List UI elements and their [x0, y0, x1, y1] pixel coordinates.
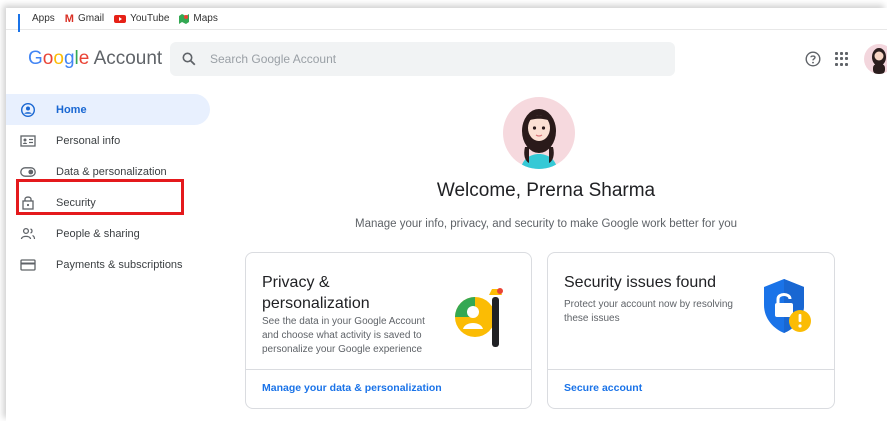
security-card[interactable]: Security issues found Protect your accou…	[547, 252, 835, 409]
app-header: Google Account	[6, 30, 887, 90]
card-description: See the data in your Google Account and …	[262, 316, 425, 355]
apps-icon	[18, 13, 28, 32]
google-apps-icon[interactable]	[835, 52, 849, 66]
sidebar-item-label: Data & personalization	[56, 165, 167, 178]
bookmark-label: Apps	[32, 13, 55, 24]
search-input[interactable]	[208, 51, 632, 67]
maps-icon	[179, 13, 190, 24]
sidebar-item-home[interactable]: Home	[6, 94, 210, 125]
sidebar-item-label: Payments & subscriptions	[56, 258, 183, 271]
lock-icon	[20, 195, 36, 211]
sidebar-item-label: Security	[56, 196, 96, 209]
welcome-subtitle: Manage your info, privacy, and security …	[354, 218, 738, 230]
home-icon	[20, 102, 36, 118]
help-icon[interactable]	[805, 51, 821, 67]
browser-window: Apps M Gmail YouTube Maps Google Account	[6, 8, 887, 421]
credit-card-icon	[20, 257, 36, 273]
sidebar-item-label: Personal info	[56, 134, 121, 147]
privacy-illustration-icon	[455, 288, 503, 347]
card-divider	[246, 369, 531, 370]
sidebar-item-label: Home	[56, 103, 87, 116]
bookmark-label: Gmail	[77, 13, 105, 24]
sidebar-nav: Home Personal info Data & personalizatio…	[6, 94, 216, 280]
sidebar-item-personal-info[interactable]: Personal info	[6, 125, 216, 156]
search-bar[interactable]	[170, 42, 675, 76]
card-title: Privacy & personalization	[262, 274, 370, 312]
card-divider	[548, 369, 834, 370]
toggle-icon	[20, 164, 36, 180]
manage-data-link[interactable]: Manage your data & personalization	[262, 382, 442, 394]
bookmark-maps[interactable]: Maps	[179, 13, 218, 24]
logo-letter: e	[78, 48, 90, 69]
shield-warning-icon	[764, 279, 811, 333]
bookmark-youtube[interactable]: YouTube	[114, 13, 169, 24]
id-card-icon	[20, 133, 36, 149]
secure-account-link[interactable]: Secure account	[564, 382, 642, 394]
bookmark-label: Maps	[193, 13, 218, 24]
people-icon	[20, 226, 36, 242]
sidebar-item-people-sharing[interactable]: People & sharing	[6, 218, 216, 249]
search-icon	[182, 52, 196, 66]
bookmark-gmail[interactable]: M Gmail	[65, 13, 104, 25]
youtube-icon	[114, 14, 127, 23]
privacy-card[interactable]: Privacy & personalization See the data i…	[245, 252, 532, 409]
account-avatar[interactable]	[864, 44, 887, 74]
bookmark-label: YouTube	[130, 13, 170, 24]
sidebar-item-payments[interactable]: Payments & subscriptions	[6, 249, 216, 280]
sidebar-item-data-personalization[interactable]: Data & personalization	[6, 156, 216, 187]
card-title: Security issues found	[564, 274, 717, 291]
bookmark-apps[interactable]: Apps	[18, 13, 55, 32]
logo-account-text: Account	[93, 48, 163, 69]
sidebar-item-label: People & sharing	[56, 227, 140, 240]
logo-letter: o	[42, 48, 54, 69]
logo-letter: G	[28, 48, 43, 69]
google-account-logo[interactable]: Google Account	[28, 48, 162, 70]
sidebar-item-security[interactable]: Security	[6, 187, 216, 218]
welcome-heading: Welcome, Prerna Sharma	[436, 180, 656, 201]
logo-letter: g	[63, 48, 75, 69]
card-description: Protect your account now by resolving th…	[564, 299, 733, 324]
logo-letter: o	[53, 48, 64, 69]
profile-avatar[interactable]	[503, 97, 575, 169]
gmail-icon: M	[64, 12, 74, 25]
bookmarks-bar: Apps M Gmail YouTube Maps	[6, 8, 887, 32]
